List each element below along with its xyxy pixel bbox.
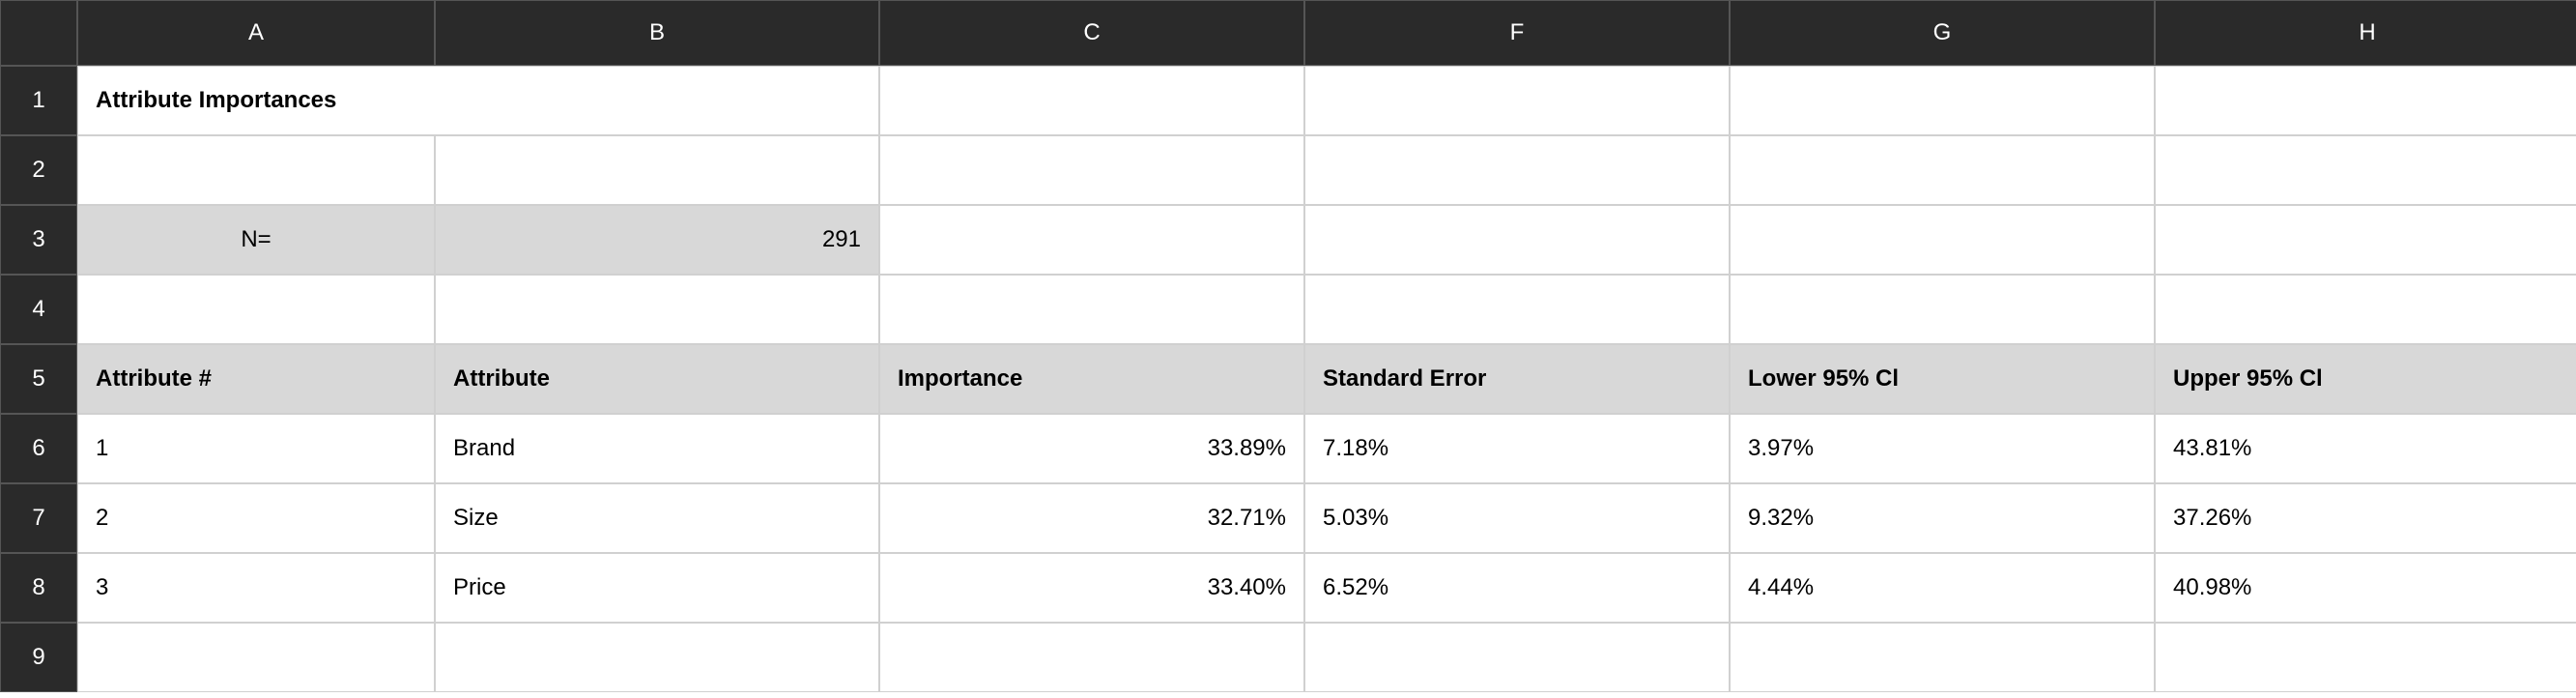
- cell-H1[interactable]: [2155, 66, 2576, 135]
- cell-A2[interactable]: [77, 135, 435, 205]
- spreadsheet-grid[interactable]: A B C F G H 1 Attribute Importances 2 3 …: [0, 0, 2576, 692]
- cell-C4[interactable]: [879, 275, 1304, 344]
- cell-F9[interactable]: [1304, 623, 1730, 692]
- row-header-7[interactable]: 7: [0, 483, 77, 553]
- header-std-error[interactable]: Standard Error: [1304, 344, 1730, 414]
- cell-B2[interactable]: [435, 135, 879, 205]
- cell-upperci-2[interactable]: 37.26%: [2155, 483, 2576, 553]
- header-upper-ci[interactable]: Upper 95% Cl: [2155, 344, 2576, 414]
- col-header-G[interactable]: G: [1730, 0, 2155, 66]
- cell-H2[interactable]: [2155, 135, 2576, 205]
- cell-upperci-1[interactable]: 43.81%: [2155, 414, 2576, 483]
- cell-stderror-2[interactable]: 5.03%: [1304, 483, 1730, 553]
- cell-stderror-3[interactable]: 6.52%: [1304, 553, 1730, 623]
- col-header-C[interactable]: C: [879, 0, 1304, 66]
- row-header-9[interactable]: 9: [0, 623, 77, 692]
- header-attribute-num[interactable]: Attribute #: [77, 344, 435, 414]
- row-header-5[interactable]: 5: [0, 344, 77, 414]
- n-value-cell[interactable]: 291: [435, 205, 879, 275]
- cell-importance-2[interactable]: 32.71%: [879, 483, 1304, 553]
- cell-num-3[interactable]: 3: [77, 553, 435, 623]
- cell-C3[interactable]: [879, 205, 1304, 275]
- cell-G3[interactable]: [1730, 205, 2155, 275]
- header-importance[interactable]: Importance: [879, 344, 1304, 414]
- cell-upperci-3[interactable]: 40.98%: [2155, 553, 2576, 623]
- cell-B4[interactable]: [435, 275, 879, 344]
- row-header-8[interactable]: 8: [0, 553, 77, 623]
- cell-attr-3[interactable]: Price: [435, 553, 879, 623]
- row-header-6[interactable]: 6: [0, 414, 77, 483]
- corner-cell[interactable]: [0, 0, 77, 66]
- cell-C1[interactable]: [879, 66, 1304, 135]
- cell-G9[interactable]: [1730, 623, 2155, 692]
- col-header-B[interactable]: B: [435, 0, 879, 66]
- row-header-3[interactable]: 3: [0, 205, 77, 275]
- cell-attr-2[interactable]: Size: [435, 483, 879, 553]
- col-header-H[interactable]: H: [2155, 0, 2576, 66]
- cell-H3[interactable]: [2155, 205, 2576, 275]
- cell-stderror-1[interactable]: 7.18%: [1304, 414, 1730, 483]
- col-header-A[interactable]: A: [77, 0, 435, 66]
- row-header-1[interactable]: 1: [0, 66, 77, 135]
- cell-num-2[interactable]: 2: [77, 483, 435, 553]
- title-cell[interactable]: Attribute Importances: [77, 66, 879, 135]
- cell-C9[interactable]: [879, 623, 1304, 692]
- cell-G2[interactable]: [1730, 135, 2155, 205]
- cell-F3[interactable]: [1304, 205, 1730, 275]
- row-header-4[interactable]: 4: [0, 275, 77, 344]
- cell-F2[interactable]: [1304, 135, 1730, 205]
- cell-G4[interactable]: [1730, 275, 2155, 344]
- cell-A4[interactable]: [77, 275, 435, 344]
- cell-H4[interactable]: [2155, 275, 2576, 344]
- cell-attr-1[interactable]: Brand: [435, 414, 879, 483]
- cell-lowerci-1[interactable]: 3.97%: [1730, 414, 2155, 483]
- header-lower-ci[interactable]: Lower 95% Cl: [1730, 344, 2155, 414]
- cell-lowerci-3[interactable]: 4.44%: [1730, 553, 2155, 623]
- cell-B9[interactable]: [435, 623, 879, 692]
- cell-G1[interactable]: [1730, 66, 2155, 135]
- cell-F1[interactable]: [1304, 66, 1730, 135]
- cell-importance-1[interactable]: 33.89%: [879, 414, 1304, 483]
- cell-num-1[interactable]: 1: [77, 414, 435, 483]
- n-label-cell[interactable]: N=: [77, 205, 435, 275]
- header-attribute[interactable]: Attribute: [435, 344, 879, 414]
- cell-lowerci-2[interactable]: 9.32%: [1730, 483, 2155, 553]
- cell-C2[interactable]: [879, 135, 1304, 205]
- row-header-2[interactable]: 2: [0, 135, 77, 205]
- cell-H9[interactable]: [2155, 623, 2576, 692]
- cell-F4[interactable]: [1304, 275, 1730, 344]
- col-header-F[interactable]: F: [1304, 0, 1730, 66]
- cell-importance-3[interactable]: 33.40%: [879, 553, 1304, 623]
- cell-A9[interactable]: [77, 623, 435, 692]
